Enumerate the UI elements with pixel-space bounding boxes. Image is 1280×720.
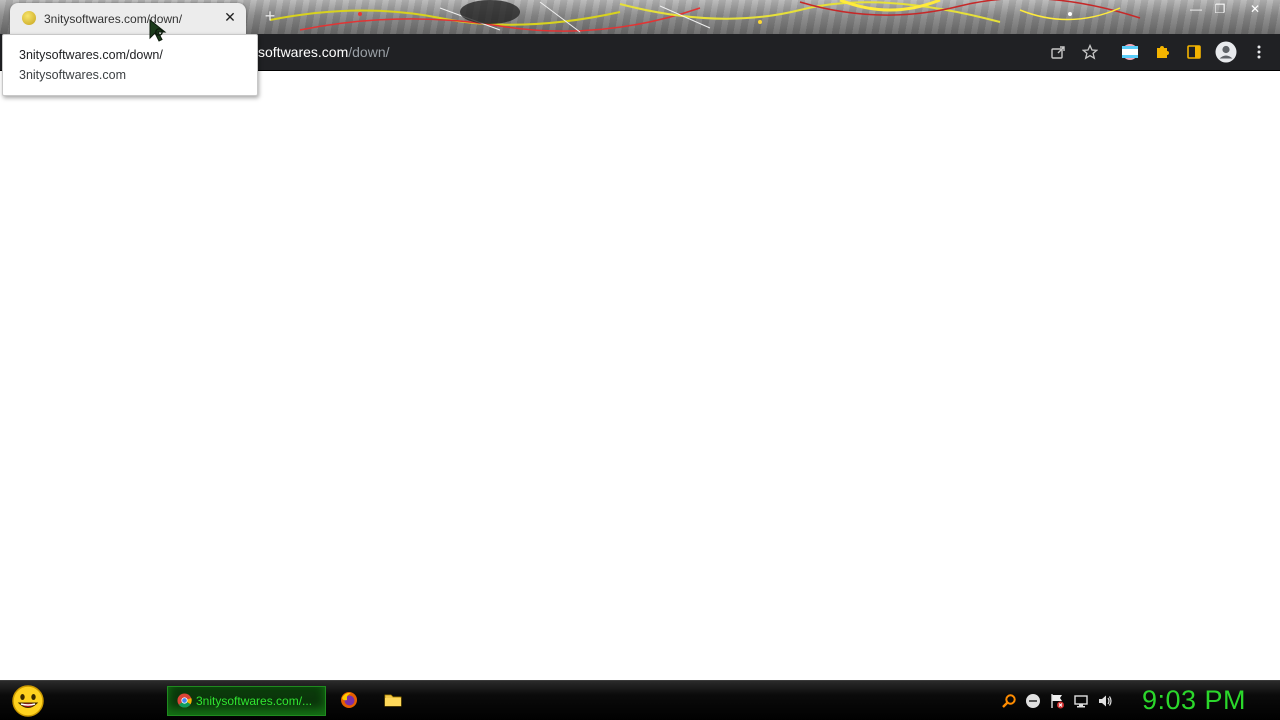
- minus-circle-icon[interactable]: [1025, 693, 1041, 709]
- close-window-button[interactable]: ✕: [1244, 1, 1266, 17]
- profile-flag-icon[interactable]: [1120, 42, 1140, 62]
- screen: 3nitysoftwares.com/down/ ✕ + — ❐ ✕ softw…: [0, 0, 1280, 720]
- minimize-button[interactable]: —: [1185, 1, 1207, 17]
- tab-active[interactable]: 3nitysoftwares.com/down/ ✕: [10, 3, 246, 34]
- folder-icon[interactable]: [384, 691, 402, 709]
- taskbar-chrome-label: 3nitysoftwares.com/...: [196, 694, 313, 708]
- smiley-favicon-icon: [22, 11, 36, 25]
- volume-icon[interactable]: [1097, 693, 1113, 709]
- menu-kebab-icon[interactable]: [1249, 42, 1269, 62]
- hover-card-domain: 3nitysoftwares.com: [19, 68, 126, 82]
- share-icon[interactable]: [1048, 42, 1068, 62]
- account-avatar-icon[interactable]: [1215, 41, 1237, 63]
- close-tab-icon[interactable]: ✕: [222, 9, 238, 25]
- bookmark-star-icon[interactable]: [1080, 42, 1100, 62]
- taskbar: 3nitysoftwares.com/... 9:03 PM: [0, 680, 1280, 720]
- tab-hover-card: 3nitysoftwares.com/down/ 3nitysoftwares.…: [2, 34, 258, 96]
- address-host: softwares.com: [258, 44, 349, 60]
- page-content: [0, 71, 1280, 680]
- smiley-start-icon[interactable]: [10, 684, 46, 718]
- new-tab-button[interactable]: +: [260, 6, 280, 26]
- extensions-puzzle-icon[interactable]: [1152, 42, 1172, 62]
- hover-card-title: 3nitysoftwares.com/down/: [19, 48, 163, 62]
- tab-strip: 3nitysoftwares.com/down/ ✕ + — ❐ ✕: [0, 0, 1280, 34]
- address-path: /down/: [348, 44, 390, 60]
- address-bar[interactable]: softwares.com/down/: [258, 44, 390, 60]
- taskbar-clock[interactable]: 9:03 PM: [1142, 685, 1246, 716]
- flag-icon[interactable]: [1049, 693, 1065, 709]
- graffiti-background: [269, 0, 1141, 33]
- chrome-icon: [177, 693, 192, 708]
- firefox-icon[interactable]: [340, 691, 358, 709]
- restore-button[interactable]: ❐: [1209, 1, 1231, 17]
- side-panel-icon[interactable]: [1184, 42, 1204, 62]
- network-icon[interactable]: [1073, 693, 1089, 709]
- taskbar-chrome-task[interactable]: 3nitysoftwares.com/...: [167, 686, 326, 716]
- mouse-cursor-icon: [149, 18, 167, 42]
- search-icon[interactable]: [1001, 693, 1017, 709]
